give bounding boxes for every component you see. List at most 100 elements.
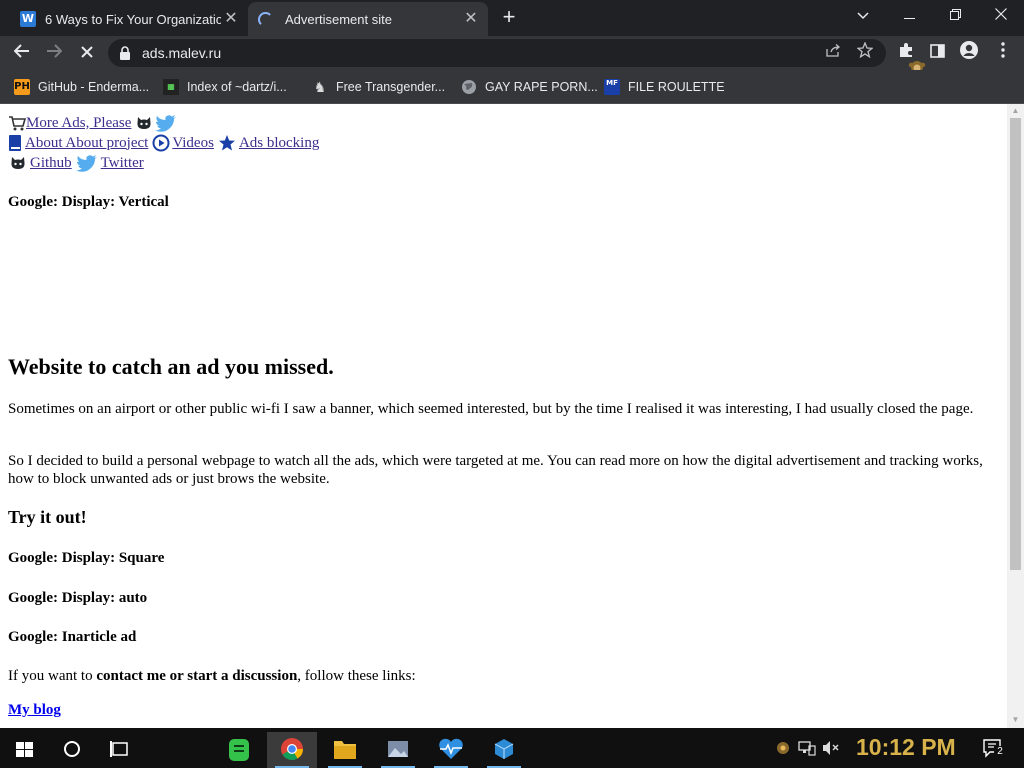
menu-button[interactable] (990, 40, 1016, 66)
tab-close-icon[interactable]: ✕ (222, 10, 240, 28)
contact-suffix: , follow these links: (297, 668, 416, 684)
taskbar-image-app[interactable] (373, 732, 423, 768)
my-blog-link[interactable]: My blog (8, 702, 61, 719)
forward-button[interactable] (41, 40, 67, 66)
bookmark-file-roulette[interactable]: MF FILE ROULETTE (604, 77, 725, 97)
contact-prefix: If you want to (8, 668, 97, 684)
search-button[interactable] (47, 732, 97, 768)
back-button[interactable] (9, 40, 35, 66)
purpose-paragraph: So I decided to build a personal webpage… (8, 453, 983, 487)
nav-line-social: Github Twitter (8, 154, 144, 172)
tab-search-button[interactable] (840, 2, 886, 30)
twitter-icon (75, 155, 97, 172)
bookmark-index-dartz[interactable]: ▦ Index of ~dartz/i... (163, 77, 287, 97)
scrollbar-thumb[interactable] (1010, 118, 1021, 570)
chevron-down-icon (857, 12, 869, 20)
close-icon (995, 8, 1007, 20)
twitter-link[interactable]: Twitter (101, 155, 144, 172)
bookmark-star-button[interactable] (854, 41, 876, 64)
profile-button[interactable] (956, 40, 982, 66)
ads-blocking-link[interactable]: Ads blocking (239, 135, 319, 152)
browser-toolbar: ads.malev.ru (0, 36, 1024, 70)
github-link[interactable]: Github (30, 155, 72, 172)
task-view-icon (110, 741, 128, 757)
taskbar-file-explorer[interactable] (320, 732, 370, 768)
clock[interactable]: 10:12 PM (856, 734, 956, 761)
page-scrollbar[interactable]: ▲ ▼ (1007, 104, 1024, 728)
share-button[interactable] (822, 42, 844, 64)
tab-strip: W 6 Ways to Fix Your Organizatio ✕ Adver… (0, 0, 1024, 36)
nav-line-about: About About project Videos Ads blocking (8, 134, 319, 152)
mf-favicon-icon: MF (604, 79, 620, 95)
back-arrow-icon (13, 44, 29, 58)
twitter-icon[interactable] (155, 114, 177, 132)
contact-bold: contact me or start a discussion (96, 668, 298, 684)
scroll-down-icon[interactable]: ▼ (1011, 715, 1020, 724)
minimize-button[interactable] (886, 2, 932, 30)
share-icon (825, 44, 840, 57)
about-project-link[interactable]: About About project (25, 135, 148, 152)
page-heading: Website to catch an ad you missed. (8, 354, 334, 379)
intro-paragraph: Sometimes on an airport or other public … (8, 401, 974, 417)
ad-slot-square-label: Google: Display: Square (8, 550, 165, 566)
tab-organization[interactable]: W 6 Ways to Fix Your Organizatio ✕ (10, 2, 248, 36)
taskbar-blue-app[interactable] (479, 732, 529, 768)
taskbar-chrome[interactable] (267, 732, 317, 768)
search-circle-icon (64, 741, 80, 757)
tray-app-icon[interactable] (776, 741, 790, 755)
minimize-icon (903, 18, 915, 19)
loading-spinner-icon (258, 11, 273, 27)
restore-icon (949, 9, 961, 20)
green-notes-icon (229, 739, 249, 761)
bookmarks-bar: PH GitHub - Enderma... ▦ Index of ~dartz… (0, 70, 1024, 104)
new-tab-button[interactable]: + (497, 6, 521, 30)
close-window-button[interactable] (978, 2, 1024, 30)
bookmark-github-enderman[interactable]: PH GitHub - Enderma... (14, 77, 149, 97)
action-center-button[interactable]: 2 (982, 738, 1006, 758)
github-icon (11, 157, 25, 169)
star-filled-icon (218, 135, 235, 151)
book-icon (9, 135, 21, 151)
windows-taskbar: 10:12 PM 2 (0, 728, 1024, 768)
tab-title: Advertisement site (285, 11, 392, 27)
ph-favicon-icon: PH (14, 79, 30, 95)
scroll-up-icon[interactable]: ▲ (1011, 106, 1020, 115)
dartz-favicon-icon: ▦ (163, 79, 179, 95)
web-page: More Ads, Please About About project Vid… (0, 104, 1007, 728)
bookmark-label: GitHub - Enderma... (38, 80, 150, 94)
videos-link[interactable]: Videos (172, 135, 214, 152)
bookmark-gay-rape[interactable]: GAY RAPE PORN... (461, 77, 598, 97)
bookmark-free-transgender[interactable]: ♞ Free Transgender... (312, 77, 445, 97)
stop-icon (81, 46, 93, 58)
more-ads-link[interactable]: More Ads, Please (26, 115, 131, 132)
network-icon[interactable] (798, 740, 816, 756)
nav-line-more-ads: More Ads, Please (8, 114, 177, 132)
github-icon[interactable] (135, 114, 153, 132)
address-bar[interactable]: ads.malev.ru (108, 39, 886, 67)
wikihow-favicon-icon: W (20, 11, 36, 27)
ad-slot-inarticle-label: Google: Inarticle ad (8, 629, 137, 645)
chrome-icon (281, 738, 303, 760)
bookmark-label: Index of ~dartz/i... (187, 80, 287, 94)
stop-button[interactable] (74, 40, 100, 66)
volume-muted-icon[interactable] (822, 740, 840, 756)
tab-advertisement-site[interactable]: Advertisement site ✕ (248, 2, 488, 36)
bookmark-label: Free Transgender... (336, 80, 446, 94)
forward-arrow-icon (47, 44, 63, 58)
taskbar-sheets-app[interactable] (214, 732, 264, 768)
task-view-button[interactable] (95, 732, 145, 768)
folder-icon (334, 741, 356, 759)
restore-button[interactable] (932, 2, 978, 30)
shopping-cart-icon (9, 116, 26, 131)
tab-close-icon[interactable]: ✕ (462, 10, 480, 28)
ghost-favicon-icon: ♞ (313, 79, 327, 95)
photo-viewer-icon (388, 741, 408, 757)
start-button[interactable] (0, 732, 50, 768)
avatar-icon (960, 41, 978, 59)
blue-cube-app-icon (494, 739, 514, 759)
tab-title: 6 Ways to Fix Your Organizatio (45, 11, 221, 27)
try-it-heading: Try it out! (8, 507, 87, 527)
taskbar-health-app[interactable] (426, 732, 476, 768)
lock-icon (120, 46, 130, 60)
globe-icon (462, 80, 476, 94)
